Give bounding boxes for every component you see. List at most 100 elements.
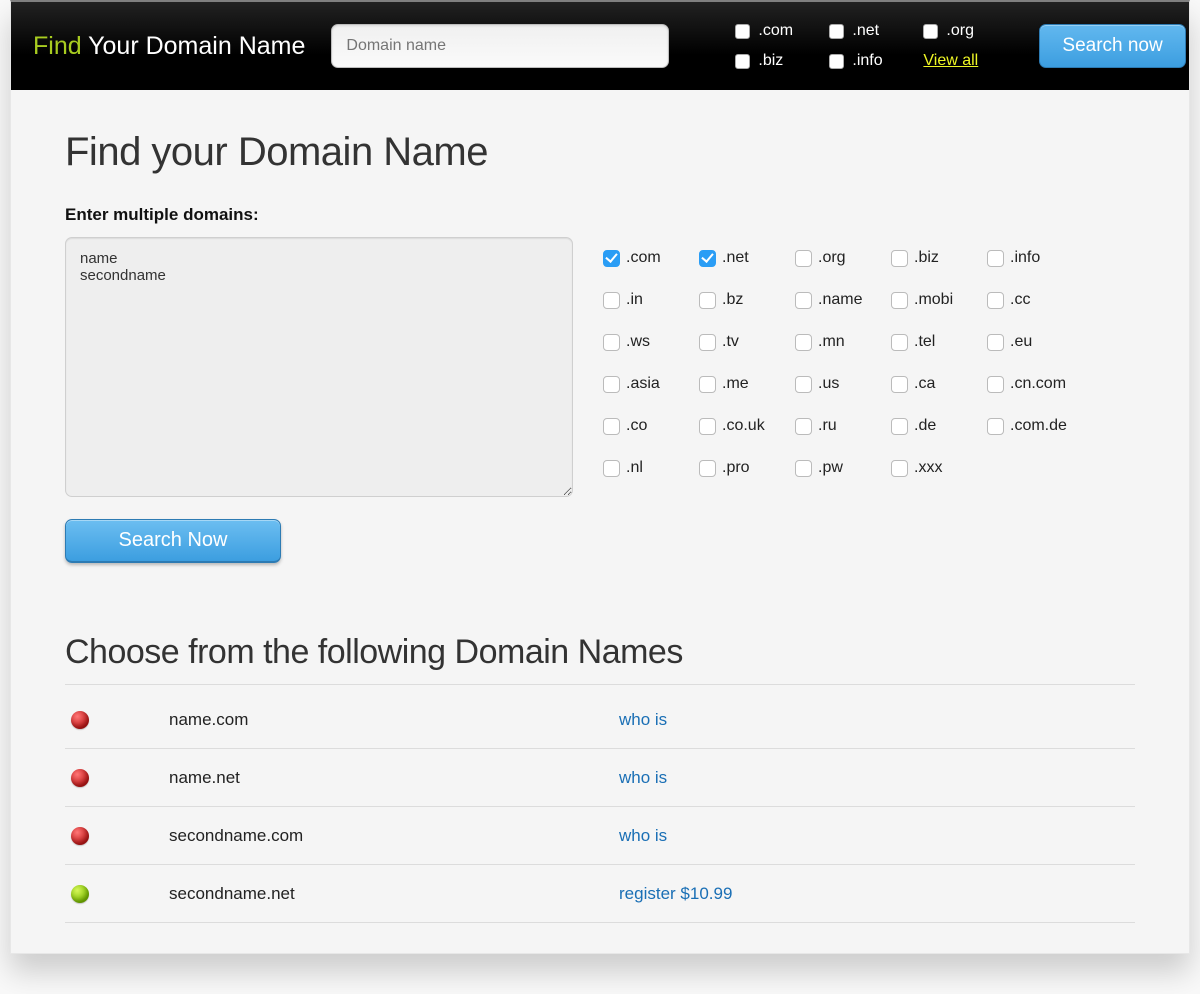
tld-option[interactable]: .net: [699, 237, 795, 279]
checkbox-icon[interactable]: [795, 418, 812, 435]
checkbox-icon[interactable]: [795, 292, 812, 309]
whois-link[interactable]: who is: [619, 768, 667, 787]
tld-label: .pw: [818, 459, 843, 477]
tld-option[interactable]: .mn: [795, 321, 891, 363]
whois-link[interactable]: who is: [619, 710, 667, 729]
checkbox-icon[interactable]: [987, 250, 1004, 267]
search-now-top-button[interactable]: Search now: [1039, 24, 1185, 68]
checkbox-icon[interactable]: [795, 376, 812, 393]
tld-option[interactable]: .asia: [603, 363, 699, 405]
tld-option[interactable]: .com.de: [987, 405, 1083, 447]
checkbox-icon[interactable]: [987, 376, 1004, 393]
tld-option[interactable]: .tel: [891, 321, 987, 363]
tld-option[interactable]: .xxx: [891, 447, 987, 489]
checkbox-icon[interactable]: [891, 292, 908, 309]
top-tld-option[interactable]: .org: [923, 17, 1013, 45]
checkbox-icon[interactable]: [699, 292, 716, 309]
status-taken-icon: [71, 827, 89, 845]
top-tld-option[interactable]: .info: [829, 47, 919, 75]
top-tld-option[interactable]: .biz: [735, 47, 825, 75]
tld-option[interactable]: .me: [699, 363, 795, 405]
tld-option[interactable]: .eu: [987, 321, 1083, 363]
tld-option[interactable]: .in: [603, 279, 699, 321]
tld-option[interactable]: .bz: [699, 279, 795, 321]
domain-search-input[interactable]: [331, 24, 669, 68]
tld-label: .com: [758, 22, 793, 40]
checkbox-icon[interactable]: [699, 376, 716, 393]
tld-option[interactable]: .biz: [891, 237, 987, 279]
tld-label: .biz: [914, 249, 939, 267]
checkbox-icon[interactable]: [987, 292, 1004, 309]
tld-label: .org: [818, 249, 846, 267]
checkbox-icon[interactable]: [603, 250, 620, 267]
checkbox-icon[interactable]: [795, 460, 812, 477]
tld-option[interactable]: .co.uk: [699, 405, 795, 447]
checkbox-icon[interactable]: [603, 460, 620, 477]
tld-label: .de: [914, 417, 936, 435]
result-row: secondname.comwho is: [65, 807, 1135, 865]
checkbox-icon[interactable]: [603, 418, 620, 435]
checkbox-icon[interactable]: [795, 334, 812, 351]
brand: Find Your Domain Name: [33, 32, 305, 61]
checkbox-icon[interactable]: [987, 334, 1004, 351]
checkbox-icon[interactable]: [891, 418, 908, 435]
tld-option[interactable]: .com: [603, 237, 699, 279]
checkbox-icon[interactable]: [829, 24, 844, 39]
checkbox-icon[interactable]: [603, 334, 620, 351]
checkbox-icon[interactable]: [699, 334, 716, 351]
tld-label: .com: [626, 249, 661, 267]
checkbox-icon[interactable]: [735, 54, 750, 69]
tld-label: .net: [722, 249, 749, 267]
tld-label: .tv: [722, 333, 739, 351]
tld-label: .tel: [914, 333, 935, 351]
tld-option[interactable]: .cn.com: [987, 363, 1083, 405]
tld-option[interactable]: .cc: [987, 279, 1083, 321]
tld-option[interactable]: .pro: [699, 447, 795, 489]
result-domain: secondname.com: [169, 826, 619, 846]
tld-option[interactable]: .nl: [603, 447, 699, 489]
top-tld-option[interactable]: .com: [735, 17, 825, 45]
tld-option[interactable]: .info: [987, 237, 1083, 279]
tld-option[interactable]: .tv: [699, 321, 795, 363]
checkbox-icon[interactable]: [987, 418, 1004, 435]
tld-option[interactable]: .org: [795, 237, 891, 279]
checkbox-icon[interactable]: [699, 418, 716, 435]
tld-label: .nl: [626, 459, 643, 477]
tld-option[interactable]: .us: [795, 363, 891, 405]
checkbox-icon[interactable]: [699, 460, 716, 477]
tld-option[interactable]: .pw: [795, 447, 891, 489]
tld-label: .info: [1010, 249, 1040, 267]
tld-label: .mn: [818, 333, 845, 351]
top-tld-group: .com .net.org .biz.infoView all: [735, 17, 1013, 75]
search-now-button[interactable]: Search Now: [65, 519, 281, 563]
checkbox-icon[interactable]: [923, 24, 938, 39]
tld-label: .ru: [818, 417, 837, 435]
status-taken-icon: [71, 711, 89, 729]
checkbox-icon[interactable]: [891, 376, 908, 393]
tld-option[interactable]: .name: [795, 279, 891, 321]
checkbox-icon[interactable]: [891, 460, 908, 477]
checkbox-icon[interactable]: [891, 250, 908, 267]
multi-domain-input[interactable]: [65, 237, 573, 497]
checkbox-icon[interactable]: [603, 376, 620, 393]
whois-link[interactable]: who is: [619, 826, 667, 845]
checkbox-icon[interactable]: [891, 334, 908, 351]
checkbox-icon[interactable]: [603, 292, 620, 309]
tld-option[interactable]: .mobi: [891, 279, 987, 321]
tld-label: .bz: [722, 291, 743, 309]
brand-find: Find: [33, 32, 82, 60]
top-tld-option[interactable]: .net: [829, 17, 919, 45]
tld-option[interactable]: .ws: [603, 321, 699, 363]
checkbox-icon[interactable]: [795, 250, 812, 267]
tld-option[interactable]: .de: [891, 405, 987, 447]
checkbox-icon[interactable]: [829, 54, 844, 69]
register-link[interactable]: register $10.99: [619, 884, 732, 903]
view-all-link[interactable]: View all: [923, 52, 978, 70]
tld-option[interactable]: .ru: [795, 405, 891, 447]
result-row: secondname.netregister $10.99: [65, 865, 1135, 923]
tld-option[interactable]: .ca: [891, 363, 987, 405]
tld-label: .pro: [722, 459, 750, 477]
checkbox-icon[interactable]: [735, 24, 750, 39]
tld-option[interactable]: .co: [603, 405, 699, 447]
checkbox-icon[interactable]: [699, 250, 716, 267]
